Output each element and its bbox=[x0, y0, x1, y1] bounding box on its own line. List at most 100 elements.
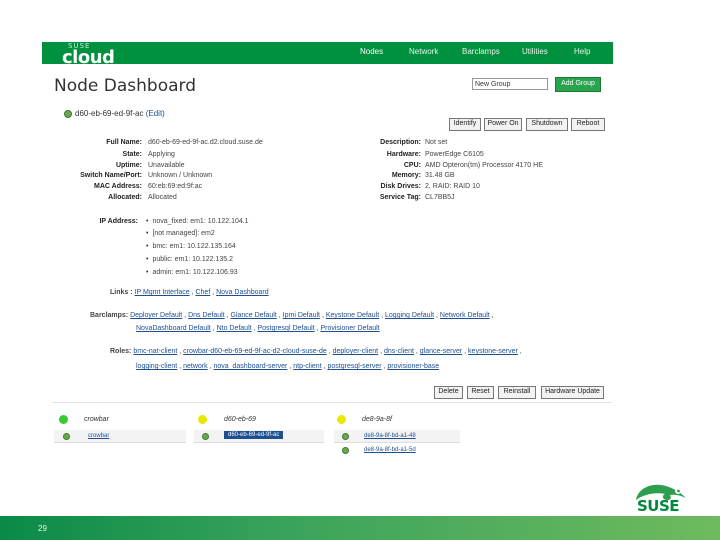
mac-value: 60:eb:69:ed:9f:ac bbox=[148, 183, 203, 190]
hardware-label: Hardware: bbox=[386, 151, 421, 158]
barclamp-link[interactable]: Ipmi Default bbox=[283, 312, 320, 319]
barclamp-link[interactable]: NovaDashboard Default bbox=[136, 325, 211, 332]
disk-label: Disk Drives: bbox=[380, 183, 421, 190]
page-title: Node Dashboard bbox=[54, 76, 197, 96]
barclamp-link[interactable]: Glance Default bbox=[231, 312, 277, 319]
links-label: Links : bbox=[110, 289, 133, 296]
hardware-value: PowerEdge C6105 bbox=[425, 151, 484, 158]
barclamps-row-2: NovaDashboard Default , Nto Default , Po… bbox=[136, 325, 380, 332]
group-node-link[interactable]: de8-9a-8f-bd-a1-5d bbox=[364, 447, 416, 453]
node-status-icon bbox=[342, 433, 349, 440]
ip-item: [not managed]: em2 bbox=[146, 230, 214, 237]
barclamp-link[interactable]: Provisioner Default bbox=[320, 325, 379, 332]
nav-network[interactable]: Network bbox=[409, 47, 438, 56]
barclamps-row: Barclamps: Deployer Default , Dns Defaul… bbox=[90, 312, 494, 319]
group-status-icon bbox=[198, 415, 207, 424]
group-status-icon bbox=[337, 415, 346, 424]
chef-link[interactable]: Chef bbox=[195, 289, 210, 296]
group-list bbox=[54, 430, 186, 443]
barclamp-link[interactable]: Dns Default bbox=[188, 312, 225, 319]
role-link[interactable]: deployer-client bbox=[333, 348, 379, 355]
switch-label: Switch Name/Port: bbox=[80, 172, 142, 179]
ip-item: nova_fixed: em1: 10.122.104.1 bbox=[146, 218, 248, 225]
group-name[interactable]: d60-eb-69 bbox=[224, 416, 256, 423]
role-link[interactable]: dns-client bbox=[384, 348, 414, 355]
nav-help[interactable]: Help bbox=[574, 47, 590, 56]
roles-row-2: logging-client , network , nova_dashboar… bbox=[136, 363, 440, 370]
ip-item: admin: em1: 10.122.106.93 bbox=[146, 269, 237, 276]
roles-row: Roles: bmc-nat-client , crowbar-d60-eb-6… bbox=[110, 348, 522, 355]
role-link[interactable]: network bbox=[183, 363, 208, 370]
node-header: d60-eb-69-ed-9f-ac (Edit) bbox=[64, 109, 165, 118]
role-link[interactable]: bmc-nat-client bbox=[133, 348, 177, 355]
group-node-link[interactable]: de8-9a-8f-bd-a1-48 bbox=[364, 433, 416, 439]
page-number: 29 bbox=[38, 524, 47, 533]
service-tag-label: Service Tag: bbox=[379, 194, 421, 201]
divider bbox=[52, 402, 612, 403]
role-link[interactable]: logging-client bbox=[136, 363, 177, 370]
suse-brand-text: SUSE bbox=[637, 497, 680, 515]
reinstall-button[interactable]: Reinstall bbox=[498, 386, 536, 399]
node-status-icon bbox=[64, 109, 72, 118]
allocated-label: Allocated: bbox=[108, 194, 142, 201]
uptime-value: Unavailable bbox=[148, 162, 185, 169]
nav-utilities[interactable]: Utilities bbox=[522, 47, 548, 56]
slide: SUSE cloud Nodes Network Barclamps Utili… bbox=[0, 0, 720, 540]
role-link[interactable]: nova_dashboard-server bbox=[213, 363, 287, 370]
barclamp-link[interactable]: Deployer Default bbox=[130, 312, 182, 319]
hardware-update-button[interactable]: Hardware Update bbox=[541, 386, 604, 399]
role-link[interactable]: crowbar-d60-eb-69-ed-9f-ac-d2-cloud-suse… bbox=[183, 348, 327, 355]
app-header: SUSE cloud Nodes Network Barclamps Utili… bbox=[42, 42, 613, 68]
edit-link[interactable]: (Edit) bbox=[146, 109, 165, 118]
reboot-button[interactable]: Reboot bbox=[571, 118, 605, 131]
power-on-button[interactable]: Power On bbox=[484, 118, 522, 131]
full-name-label: Full Name: bbox=[106, 139, 142, 146]
reset-button[interactable]: Reset bbox=[467, 386, 494, 399]
group-node-selected[interactable]: d60-eb-69-ed-9f-ac bbox=[224, 431, 284, 439]
identify-button[interactable]: Identify bbox=[449, 118, 481, 131]
nav-nodes[interactable]: Nodes bbox=[360, 47, 383, 56]
links-row: Links : IP Mgmt Interface , Chef , Nova … bbox=[110, 289, 269, 296]
barclamp-link[interactable]: Nto Default bbox=[217, 325, 252, 332]
barclamp-link[interactable]: Keystone Default bbox=[326, 312, 379, 319]
allocated-value: Allocated bbox=[148, 194, 177, 201]
add-group-button[interactable]: Add Group bbox=[555, 77, 601, 92]
role-link[interactable]: postgresql-server bbox=[327, 363, 381, 370]
group-name[interactable]: crowbar bbox=[84, 416, 109, 423]
barclamps-label: Barclamps: bbox=[90, 312, 129, 319]
shutdown-button[interactable]: Shutdown bbox=[526, 118, 568, 131]
group-status-icon bbox=[59, 415, 68, 424]
disk-value: 2, RAID: RAID 10 bbox=[425, 183, 480, 190]
nav-barclamps[interactable]: Barclamps bbox=[462, 47, 500, 56]
role-link[interactable]: ntp-client bbox=[293, 363, 321, 370]
node-name: d60-eb-69-ed-9f-ac bbox=[75, 109, 144, 118]
barclamp-link[interactable]: Postgresql Default bbox=[257, 325, 314, 332]
description-value: Not set bbox=[425, 139, 448, 146]
state-value: Applying bbox=[148, 151, 175, 158]
role-link[interactable]: keystone-server bbox=[468, 348, 518, 355]
role-link[interactable]: glance-server bbox=[420, 348, 462, 355]
mac-label: MAC Address: bbox=[94, 183, 142, 190]
state-label: State: bbox=[122, 151, 142, 158]
node-status-icon bbox=[342, 447, 349, 454]
barclamp-link[interactable]: Network Default bbox=[440, 312, 490, 319]
logo-cloud-text: cloud bbox=[62, 47, 115, 68]
group-name[interactable]: de8-9a-8f bbox=[362, 416, 392, 423]
ipmi-link[interactable]: IP Mgmt Interface bbox=[135, 289, 190, 296]
cpu-value: AMD Opteron(tm) Processor 4170 HE bbox=[425, 162, 543, 169]
memory-value: 31.48 GB bbox=[425, 172, 455, 179]
ip-item: bmc: em1: 10.122.135.164 bbox=[146, 243, 235, 250]
ip-item: public: em1: 10.122.135.2 bbox=[146, 256, 233, 263]
new-group-input[interactable] bbox=[472, 78, 548, 90]
delete-button[interactable]: Delete bbox=[434, 386, 463, 399]
ip-address-label: IP Address: bbox=[99, 218, 138, 225]
group-node-link[interactable]: crowbar bbox=[88, 433, 109, 439]
full-name-value: d60-eb-69-ed-9f-ac.d2.cloud.suse.de bbox=[148, 139, 263, 146]
nova-dashboard-link[interactable]: Nova Dashboard bbox=[216, 289, 269, 296]
memory-label: Memory: bbox=[391, 172, 421, 179]
barclamp-link[interactable]: Logging Default bbox=[385, 312, 434, 319]
node-status-icon bbox=[202, 433, 209, 440]
footer-bar bbox=[0, 516, 720, 540]
uptime-label: Uptime: bbox=[115, 162, 142, 169]
role-link[interactable]: provisioner-base bbox=[387, 363, 439, 370]
